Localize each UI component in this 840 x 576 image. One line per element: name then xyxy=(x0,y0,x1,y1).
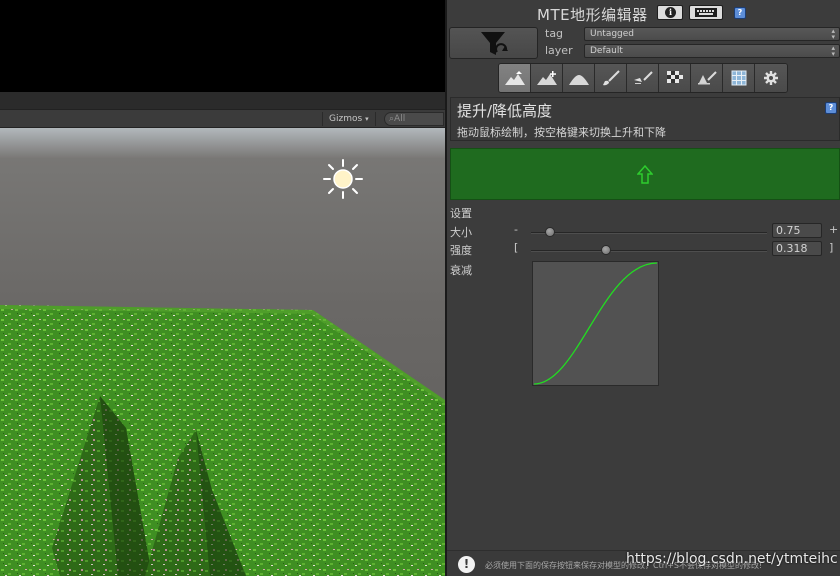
tag-dropdown[interactable]: Untagged ▴ ▾ xyxy=(584,27,840,41)
raise-lower-mode-toggle[interactable] xyxy=(450,148,840,200)
strength-left-bracket: [ xyxy=(514,241,519,254)
editor-title-row: MTE地形编辑器 i ? xyxy=(447,3,840,24)
texture-tiles-icon xyxy=(666,71,683,83)
arrow-up-icon xyxy=(637,165,653,184)
paint-texture-brush-icon xyxy=(602,70,620,86)
tag-value: Untagged xyxy=(590,29,635,39)
tool-paint-texture[interactable] xyxy=(595,64,627,92)
watermark-text: https://blog.csdn.net/ytmteihc xyxy=(626,551,838,567)
size-decrease-mark: - xyxy=(514,223,518,236)
tool-texture-tiles[interactable] xyxy=(659,64,691,92)
size-slider-track[interactable] xyxy=(531,232,767,234)
help-icon[interactable]: ? xyxy=(734,7,746,19)
settings-gear-icon xyxy=(764,71,778,85)
directional-light-sun-icon[interactable] xyxy=(322,158,364,200)
place-trees-icon xyxy=(697,71,717,85)
mte-editor-panel: MTE地形编辑器 i ? tag Untagged ▴ ▾ layer Defau… xyxy=(447,0,840,576)
settings-header: 设置 xyxy=(450,207,472,220)
tool-selector xyxy=(498,63,788,93)
size-label: 大小 xyxy=(450,226,472,239)
help-icon[interactable]: ? xyxy=(825,102,837,114)
reload-filter-button[interactable] xyxy=(449,27,538,59)
chevron-down-icon: ▾ xyxy=(365,115,369,123)
game-view-area xyxy=(0,0,445,92)
tool-place-trees[interactable] xyxy=(691,64,723,92)
layer-label: layer xyxy=(545,44,573,57)
editor-title: MTE地形编辑器 xyxy=(537,6,648,24)
tool-smooth[interactable] xyxy=(563,64,595,92)
size-slider-thumb[interactable] xyxy=(544,227,555,237)
tool-description: 拖动鼠标绘制，按空格键来切换上升和下降 xyxy=(457,126,666,139)
keyboard-icon xyxy=(695,8,717,17)
funnel-reload-icon xyxy=(481,32,508,55)
falloff-curve xyxy=(533,262,658,385)
size-increase-mark: + xyxy=(829,223,839,236)
gizmos-dropdown[interactable]: Gizmos ▾ xyxy=(322,112,376,126)
scene-search-input[interactable]: ⌕All xyxy=(384,112,444,126)
tool-raise-lower[interactable] xyxy=(499,64,531,92)
tool-settings[interactable] xyxy=(755,64,787,92)
tool-paint-details[interactable] xyxy=(627,64,659,92)
search-placeholder: All xyxy=(394,114,406,124)
info-button[interactable]: i xyxy=(657,5,683,20)
terrain-mesh xyxy=(0,305,445,576)
updown-arrows-icon: ▴ ▾ xyxy=(831,44,835,58)
strength-value-field[interactable]: 0.318 xyxy=(772,241,822,256)
smooth-terrain-icon xyxy=(568,75,589,85)
gizmos-label: Gizmos xyxy=(329,114,363,124)
layer-value: Default xyxy=(590,46,623,56)
falloff-label: 衰减 xyxy=(450,264,472,277)
strength-right-bracket: ] xyxy=(829,241,834,254)
strength-slider-thumb[interactable] xyxy=(601,245,612,255)
warning-icon: ! xyxy=(458,556,475,573)
tool-grid[interactable] xyxy=(723,64,755,92)
raise-lower-terrain-icon xyxy=(504,71,525,85)
keyboard-shortcuts-button[interactable] xyxy=(689,5,723,20)
scene-viewport[interactable] xyxy=(0,128,445,576)
size-value-field[interactable]: 0.75 xyxy=(772,223,822,238)
paint-details-icon xyxy=(633,71,653,84)
scene-tabstrip xyxy=(0,92,445,110)
info-icon: i xyxy=(665,7,676,18)
scene-toolbar: Gizmos ▾ ⌕All xyxy=(0,110,445,128)
grid-icon xyxy=(731,70,746,86)
strength-label: 强度 xyxy=(450,244,472,257)
paint-height-icon xyxy=(536,71,557,85)
strength-slider-track[interactable] xyxy=(531,250,767,252)
tool-paint-height[interactable] xyxy=(531,64,563,92)
status-bar: ! 必须使用下面的保存按钮来保存对模型的修改，Ctrl+S不会保存对模型的修改!… xyxy=(447,550,840,576)
tag-label: tag xyxy=(545,27,564,40)
falloff-curve-editor[interactable] xyxy=(532,261,659,386)
tool-description-box: 提升/降低高度 拖动鼠标绘制，按空格键来切换上升和下降 ? xyxy=(450,97,840,141)
updown-arrows-icon: ▴ ▾ xyxy=(831,27,835,41)
tool-title: 提升/降低高度 xyxy=(457,102,553,120)
layer-dropdown[interactable]: Default ▴ ▾ xyxy=(584,44,840,58)
scene-window: Gizmos ▾ ⌕All xyxy=(0,0,445,576)
